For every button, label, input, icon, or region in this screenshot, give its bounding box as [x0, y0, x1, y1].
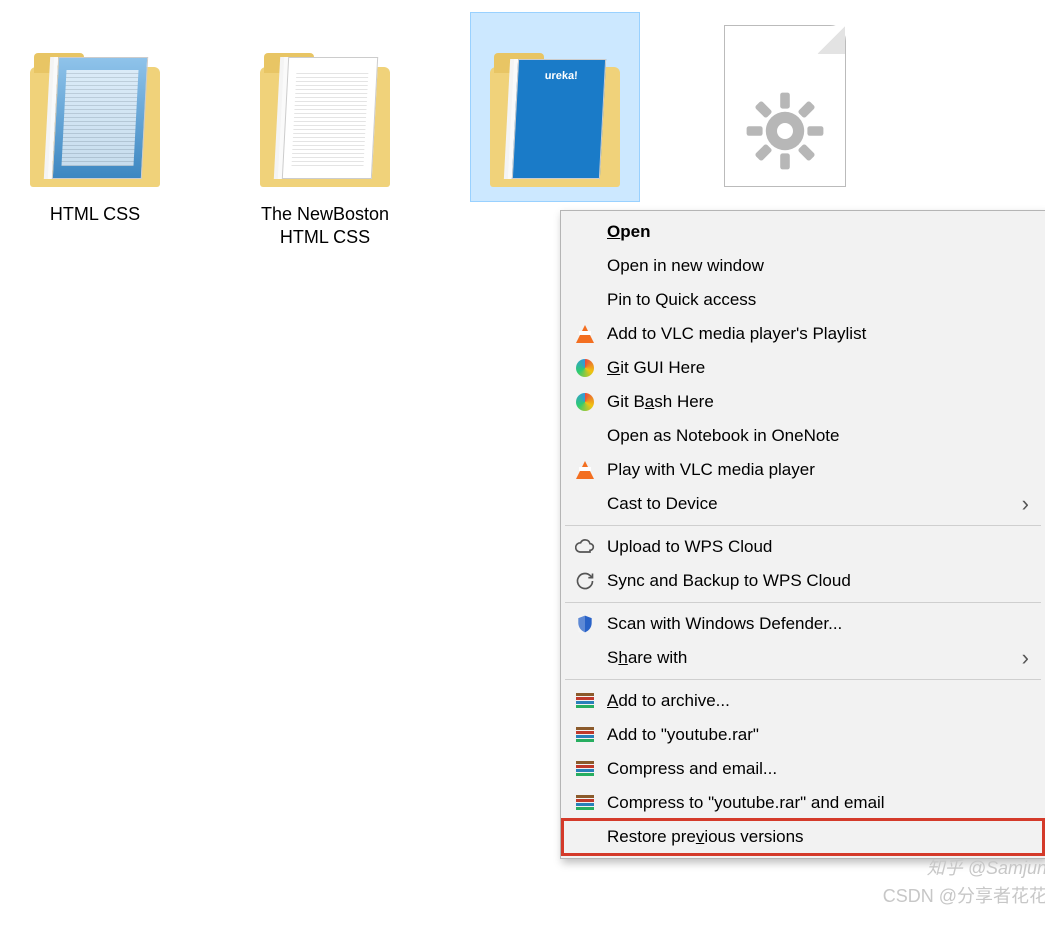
books-icon: [573, 689, 597, 713]
menu-item-sync-and-backup-to-wps-cloud[interactable]: Sync and Backup to WPS Cloud: [563, 564, 1043, 598]
menu-item-add-to-archive[interactable]: Add to archive...: [563, 684, 1043, 718]
file-item-3[interactable]: [700, 12, 870, 202]
menu-item-open-as-notebook-in-onenote[interactable]: Open as Notebook in OneNote: [563, 419, 1043, 453]
books-icon: [573, 791, 597, 815]
folder-thumbnail: ureka!: [475, 17, 635, 197]
menu-item-label: Open as Notebook in OneNote: [607, 426, 1029, 446]
books-icon: [573, 723, 597, 747]
explorer-view[interactable]: HTML CSS The NewBoston HTML CSS ureka! ↗ Op…: [0, 0, 1045, 926]
menu-separator: [565, 602, 1041, 603]
books-icon: [573, 757, 597, 781]
file-label: The NewBoston HTML CSS: [245, 203, 405, 248]
menu-item-upload-to-wps-cloud[interactable]: Upload to WPS Cloud: [563, 530, 1043, 564]
menu-item-label: Open: [607, 222, 1029, 242]
menu-item-add-to-youtube-rar[interactable]: Add to "youtube.rar": [563, 718, 1043, 752]
menu-item-label: Pin to Quick access: [607, 290, 1029, 310]
chevron-right-icon: ›: [1022, 491, 1029, 517]
menu-item-compress-to-youtube-rar-and-email[interactable]: Compress to "youtube.rar" and email: [563, 786, 1043, 820]
blank-icon: [573, 254, 597, 278]
cloud-icon: [573, 535, 597, 559]
menu-item-label: Git Bash Here: [607, 392, 1029, 412]
menu-item-restore-previous-versions[interactable]: Restore previous versions: [563, 820, 1043, 854]
menu-item-label: Compress and email...: [607, 759, 1029, 779]
blank-icon: [573, 424, 597, 448]
file-item-0[interactable]: HTML CSS: [10, 12, 180, 231]
gitcolor-icon: [573, 390, 597, 414]
menu-item-scan-with-windows-defender[interactable]: Scan with Windows Defender...: [563, 607, 1043, 641]
settings-file-thumbnail: [705, 17, 865, 197]
blank-icon: [573, 825, 597, 849]
file-label: HTML CSS: [50, 203, 140, 226]
vlc-icon: [573, 458, 597, 482]
menu-separator: [565, 525, 1041, 526]
menu-item-pin-to-quick-access[interactable]: Pin to Quick access: [563, 283, 1043, 317]
vlc-icon: [573, 322, 597, 346]
menu-item-label: Restore previous versions: [607, 827, 1029, 847]
file-item-2[interactable]: ureka!: [470, 12, 640, 202]
sync-icon: [573, 569, 597, 593]
gitcolor-icon: [573, 356, 597, 380]
blank-icon: [573, 646, 597, 670]
menu-item-cast-to-device[interactable]: Cast to Device ›: [563, 487, 1043, 521]
chevron-right-icon: ›: [1022, 645, 1029, 671]
gear-icon: [745, 91, 825, 171]
menu-item-add-to-vlc-media-player-s-playlist[interactable]: Add to VLC media player's Playlist: [563, 317, 1043, 351]
folder-thumbnail: [245, 17, 405, 197]
shield-icon: [573, 612, 597, 636]
chrome-shortcut-thumbnail: ↗: [935, 17, 1045, 197]
menu-item-label: Play with VLC media player: [607, 460, 1029, 480]
menu-item-git-bash-here[interactable]: Git Bash Here: [563, 385, 1043, 419]
context-menu[interactable]: Open Open in new window Pin to Quick acces…: [560, 210, 1045, 859]
menu-item-label: Sync and Backup to WPS Cloud: [607, 571, 1029, 591]
menu-item-label: Git GUI Here: [607, 358, 1029, 378]
menu-item-label: Cast to Device: [607, 494, 1012, 514]
blank-icon: [573, 220, 597, 244]
file-item-1[interactable]: The NewBoston HTML CSS: [240, 12, 410, 253]
file-item-4[interactable]: ↗: [930, 12, 1045, 202]
blank-icon: [573, 288, 597, 312]
menu-item-open[interactable]: Open: [563, 215, 1043, 249]
menu-item-label: Add to "youtube.rar": [607, 725, 1029, 745]
watermark-csdn: CSDN @分享者花花: [883, 882, 1045, 908]
menu-item-label: Upload to WPS Cloud: [607, 537, 1029, 557]
menu-item-label: Add to VLC media player's Playlist: [607, 324, 1029, 344]
menu-separator: [565, 679, 1041, 680]
menu-item-compress-and-email[interactable]: Compress and email...: [563, 752, 1043, 786]
menu-item-label: Compress to "youtube.rar" and email: [607, 793, 1029, 813]
blank-icon: [573, 492, 597, 516]
menu-item-play-with-vlc-media-player[interactable]: Play with VLC media player: [563, 453, 1043, 487]
menu-item-label: Open in new window: [607, 256, 1029, 276]
menu-item-label: Scan with Windows Defender...: [607, 614, 1029, 634]
menu-item-open-in-new-window[interactable]: Open in new window: [563, 249, 1043, 283]
menu-item-label: Add to archive...: [607, 691, 1029, 711]
folder-thumbnail: [15, 17, 175, 197]
menu-item-label: Share with: [607, 648, 1012, 668]
menu-item-git-gui-here[interactable]: Git GUI Here: [563, 351, 1043, 385]
menu-item-share-with[interactable]: Share with ›: [563, 641, 1043, 675]
